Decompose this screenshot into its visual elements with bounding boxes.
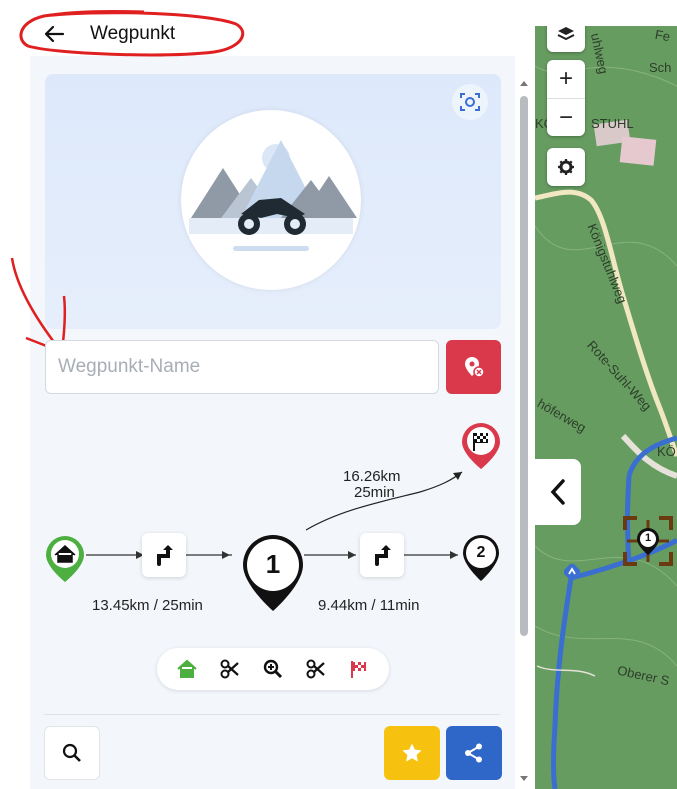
right-segment-label: 9.44km / 11min (318, 597, 420, 614)
map-street-label: Fe (653, 26, 672, 45)
share-button[interactable] (446, 726, 502, 780)
branch-time-label: 25min (354, 484, 395, 501)
current-waypoint-pin[interactable]: 1 (241, 533, 305, 613)
app-page: Wegpunkt Wegpunkt-Name 13.45km / 25min 1… (0, 0, 677, 789)
map-waypoint-number: 1 (644, 532, 652, 544)
turn-icon (157, 545, 173, 566)
collapse-panel-button[interactable] (535, 459, 581, 525)
scan-button[interactable] (452, 84, 488, 120)
split-after-button[interactable] (302, 655, 330, 683)
scroll-up-icon (520, 81, 528, 86)
divider (44, 714, 500, 715)
waypoint-panel: Wegpunkt Wegpunkt-Name 13.45km / 25min 1… (0, 0, 535, 789)
map-settings-button[interactable] (547, 148, 585, 186)
waypoint-name-input[interactable] (45, 340, 439, 394)
zoom-controls: + − (547, 60, 585, 136)
annotation-ellipse (19, 9, 245, 57)
zoom-in-button[interactable]: + (547, 60, 585, 98)
waypoint-avatar (181, 110, 361, 290)
layers-icon (557, 27, 575, 40)
map-view[interactable]: Fe Sch uhlweg KÖ STUHL Königstuhlweg Rot… (535, 26, 677, 789)
scissors-icon (220, 659, 239, 679)
zoom-out-button[interactable]: − (547, 98, 585, 136)
share-icon (465, 743, 482, 763)
home-icon (176, 659, 197, 678)
motorbike-icon (189, 140, 357, 251)
scrollbar-thumb[interactable] (520, 96, 528, 636)
zoom-to-waypoint-button[interactable] (259, 655, 287, 683)
delete-waypoint-button[interactable] (446, 340, 501, 394)
gear-icon (558, 159, 574, 175)
scroll-down-icon (520, 776, 528, 781)
panel-scrollbar[interactable] (517, 76, 531, 789)
home-pin-icon[interactable] (44, 534, 86, 584)
search-button[interactable] (44, 726, 100, 780)
zoom-in-icon (263, 659, 283, 679)
scissors-icon (306, 659, 325, 679)
chevron-left-icon (550, 479, 565, 505)
finish-flag-icon (351, 661, 367, 678)
split-before-button[interactable] (216, 655, 244, 683)
route-direction-icon (564, 564, 580, 580)
waypoint-toolbar (157, 648, 389, 690)
star-icon (402, 743, 422, 762)
next-waypoint-number: 2 (476, 544, 486, 561)
scan-icon (460, 93, 480, 111)
map-street-label: STUHL (591, 116, 634, 131)
next-waypoint-pin[interactable]: 2 (461, 533, 501, 583)
map-street-label: Sch (649, 60, 672, 75)
segment-button-2[interactable] (360, 533, 404, 577)
layers-button[interactable] (547, 26, 585, 52)
set-home-button[interactable] (173, 655, 201, 683)
favorite-button[interactable] (384, 726, 440, 780)
left-segment-label: 13.45km / 25min (92, 597, 203, 614)
search-icon (62, 743, 81, 762)
pin-delete-icon (464, 357, 485, 378)
map-street-label: KÖ (657, 444, 676, 459)
segment-button-1[interactable] (142, 533, 186, 577)
turn-icon (375, 545, 391, 566)
finish-flag-pin-icon[interactable] (460, 421, 502, 471)
set-finish-button[interactable] (345, 655, 373, 683)
branch-distance-label: 16.26km (343, 468, 401, 485)
map-waypoint-marker[interactable]: 1 (621, 514, 675, 568)
current-waypoint-number: 1 (265, 549, 281, 579)
